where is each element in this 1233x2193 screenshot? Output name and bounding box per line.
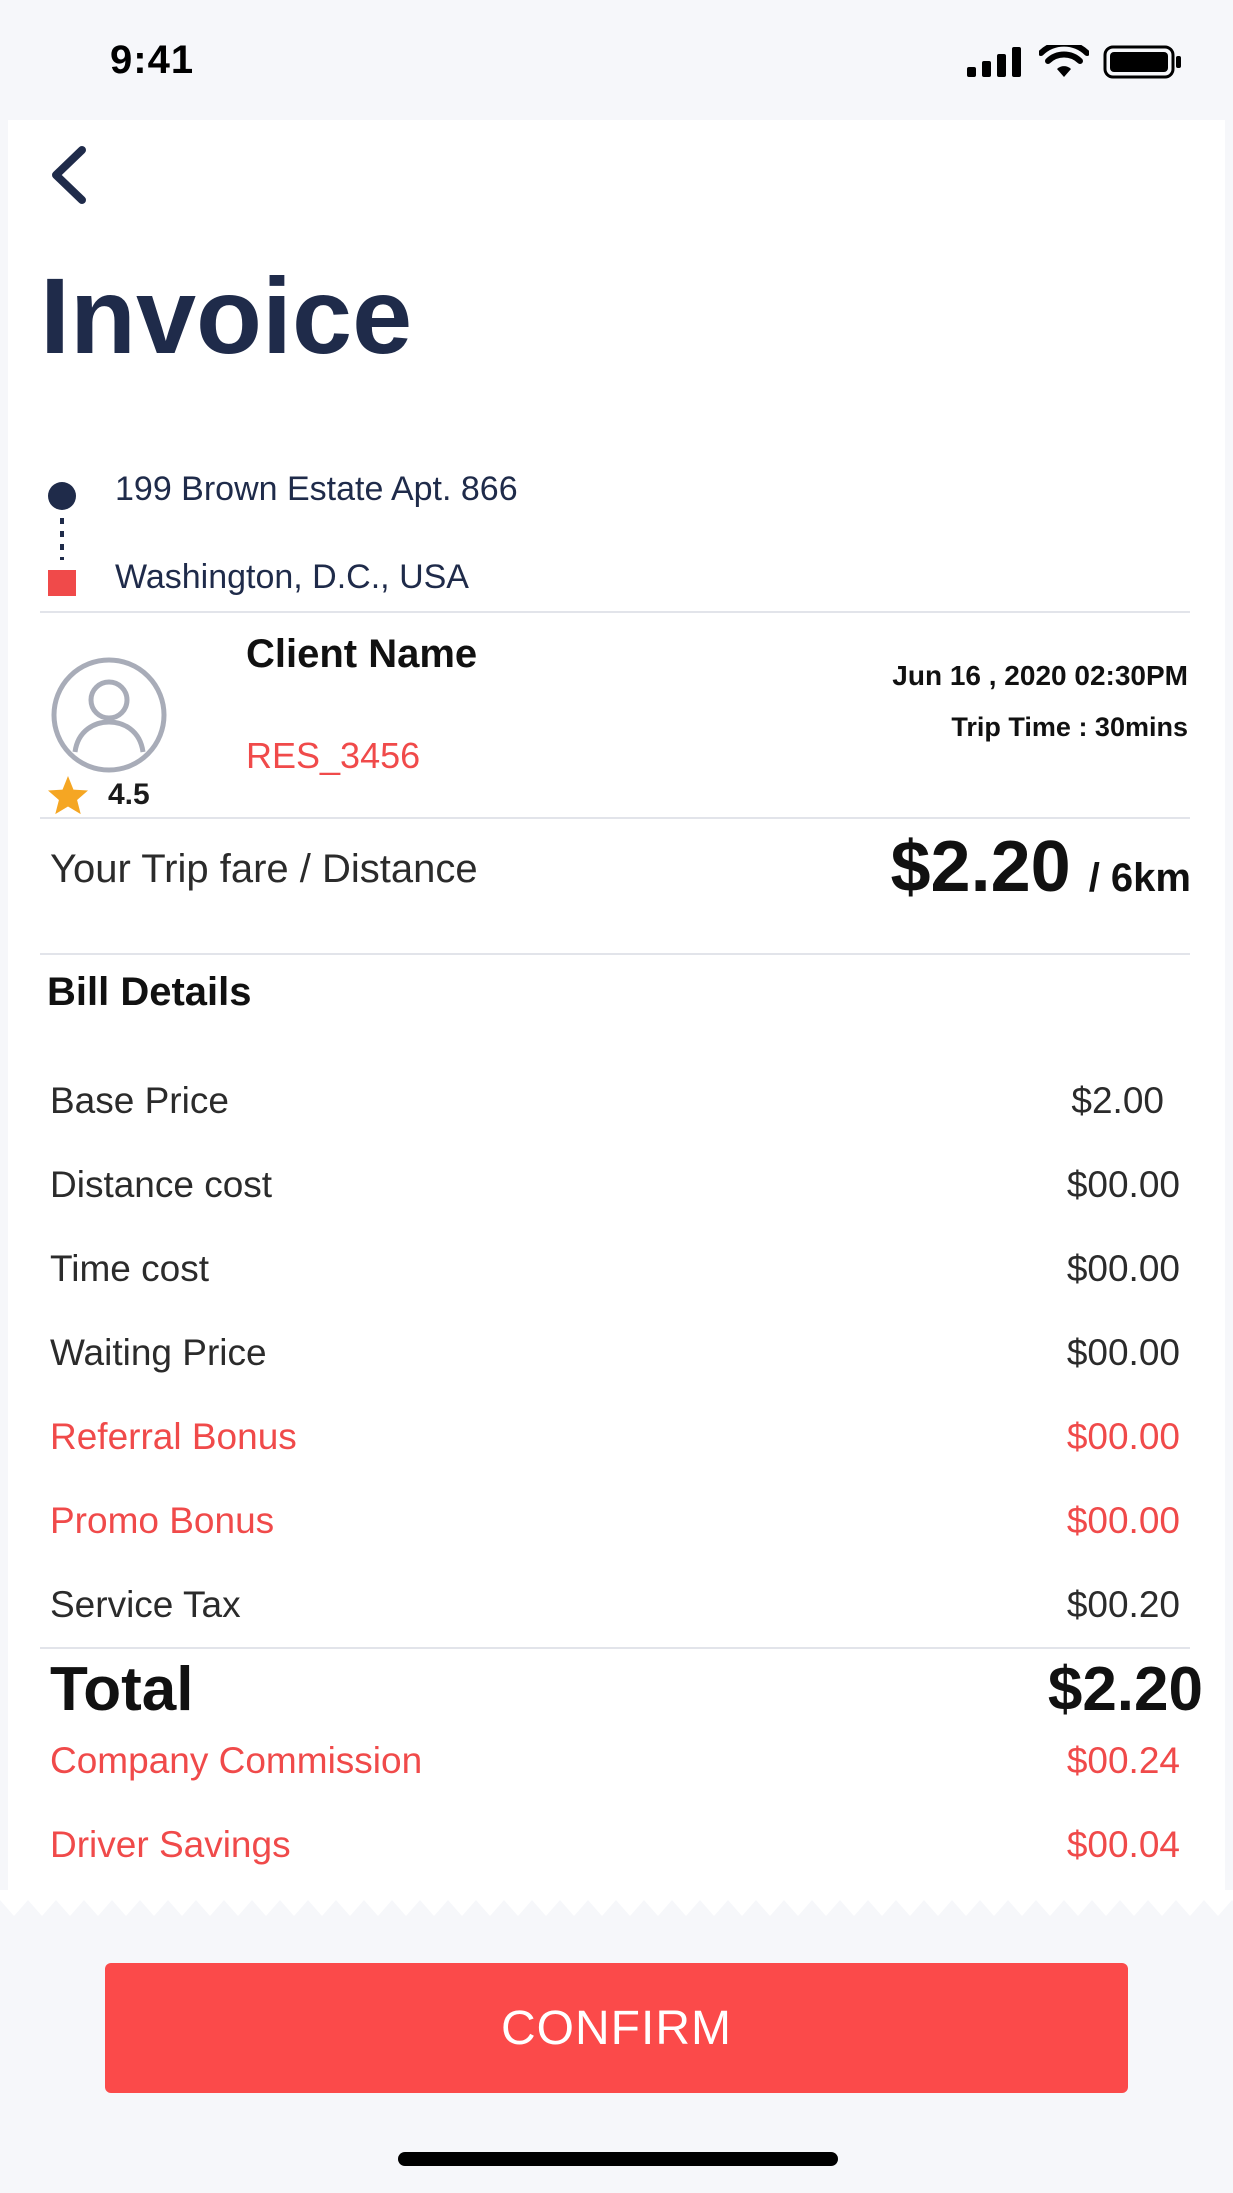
bill-row-label: Driver Savings	[50, 1824, 291, 1865]
total-value: $2.20	[1047, 1655, 1203, 1724]
bill-row-label: Distance cost	[50, 1164, 273, 1205]
back-chevron-icon[interactable]	[40, 140, 100, 210]
divider	[40, 1647, 1190, 1649]
divider	[40, 817, 1190, 819]
receipt-torn-edge	[0, 1890, 1233, 1922]
total-label: Total	[50, 1655, 194, 1724]
status-bar: 9:41	[0, 0, 1233, 120]
bill-row-label: Company Commission	[50, 1740, 423, 1781]
home-indicator	[398, 2152, 838, 2166]
bill-row-value: $00.00	[1066, 1332, 1180, 1373]
fare-summary: $2.20 / 6km	[891, 826, 1191, 908]
bill-row-company-commission: Company Commission $00.24	[50, 1740, 1180, 1790]
wifi-icon	[1039, 45, 1089, 77]
star-icon	[48, 776, 88, 815]
bill-row-referral-bonus: Referral Bonus $00.00	[50, 1416, 1180, 1466]
battery-icon	[1103, 45, 1181, 79]
fare-label: Your Trip fare / Distance	[50, 847, 478, 891]
pickup-address: 199 Brown Estate Apt. 866	[115, 470, 518, 508]
trip-date: Jun 16 , 2020 02:30PM	[892, 660, 1188, 691]
client-rating: 4.5	[108, 778, 150, 811]
bill-row: Distance cost $00.00	[50, 1164, 1180, 1214]
pickup-dot-icon	[48, 482, 76, 510]
client-name: Client Name	[246, 632, 478, 676]
bill-row-label: Service Tax	[50, 1584, 241, 1625]
divider	[40, 611, 1190, 613]
bill-row-value: $00.24	[1066, 1740, 1180, 1781]
divider	[40, 953, 1190, 955]
bill-row-value: $00.04	[1066, 1824, 1180, 1865]
bill-row-promo-bonus: Promo Bonus $00.00	[50, 1500, 1180, 1550]
avatar-icon	[51, 657, 167, 773]
fare-amount: $2.20	[890, 827, 1071, 907]
bill-row: Service Tax $00.20	[50, 1584, 1180, 1634]
trip-time: Trip Time : 30mins	[951, 712, 1188, 742]
bill-row-value: $00.20	[1066, 1584, 1180, 1625]
bill-row-value: $00.00	[1066, 1164, 1180, 1205]
bill-row-value: $2.00	[1071, 1080, 1164, 1121]
client-id: RES_3456	[246, 735, 421, 776]
dropoff-address: Washington, D.C., USA	[115, 558, 469, 596]
bill-row-label: Base Price	[50, 1080, 229, 1121]
bill-row: Base Price $2.00	[50, 1080, 1180, 1130]
cellular-signal-icon	[967, 47, 1021, 77]
bill-details-heading: Bill Details	[47, 970, 252, 1014]
bill-row: Waiting Price $00.00	[50, 1332, 1180, 1382]
confirm-button[interactable]: CONFIRM	[105, 1963, 1128, 2093]
fare-distance: / 6km	[1088, 856, 1191, 900]
bill-row-label: Waiting Price	[50, 1332, 267, 1373]
status-icons	[967, 44, 1183, 80]
bill-row-label: Promo Bonus	[50, 1500, 275, 1541]
dropoff-square-icon	[48, 570, 76, 596]
bill-row-value: $00.00	[1066, 1248, 1180, 1289]
bill-row: Time cost $00.00	[50, 1248, 1180, 1298]
bill-row-driver-savings: Driver Savings $00.04	[50, 1824, 1180, 1874]
page-title: Invoice	[40, 255, 413, 376]
route-dotted-line	[60, 518, 64, 560]
bill-row-value: $00.00	[1066, 1500, 1180, 1541]
bill-row-value: $00.00	[1066, 1416, 1180, 1457]
status-time: 9:41	[110, 38, 195, 82]
bill-row-label: Time cost	[50, 1248, 209, 1289]
bill-row-label: Referral Bonus	[50, 1416, 297, 1457]
